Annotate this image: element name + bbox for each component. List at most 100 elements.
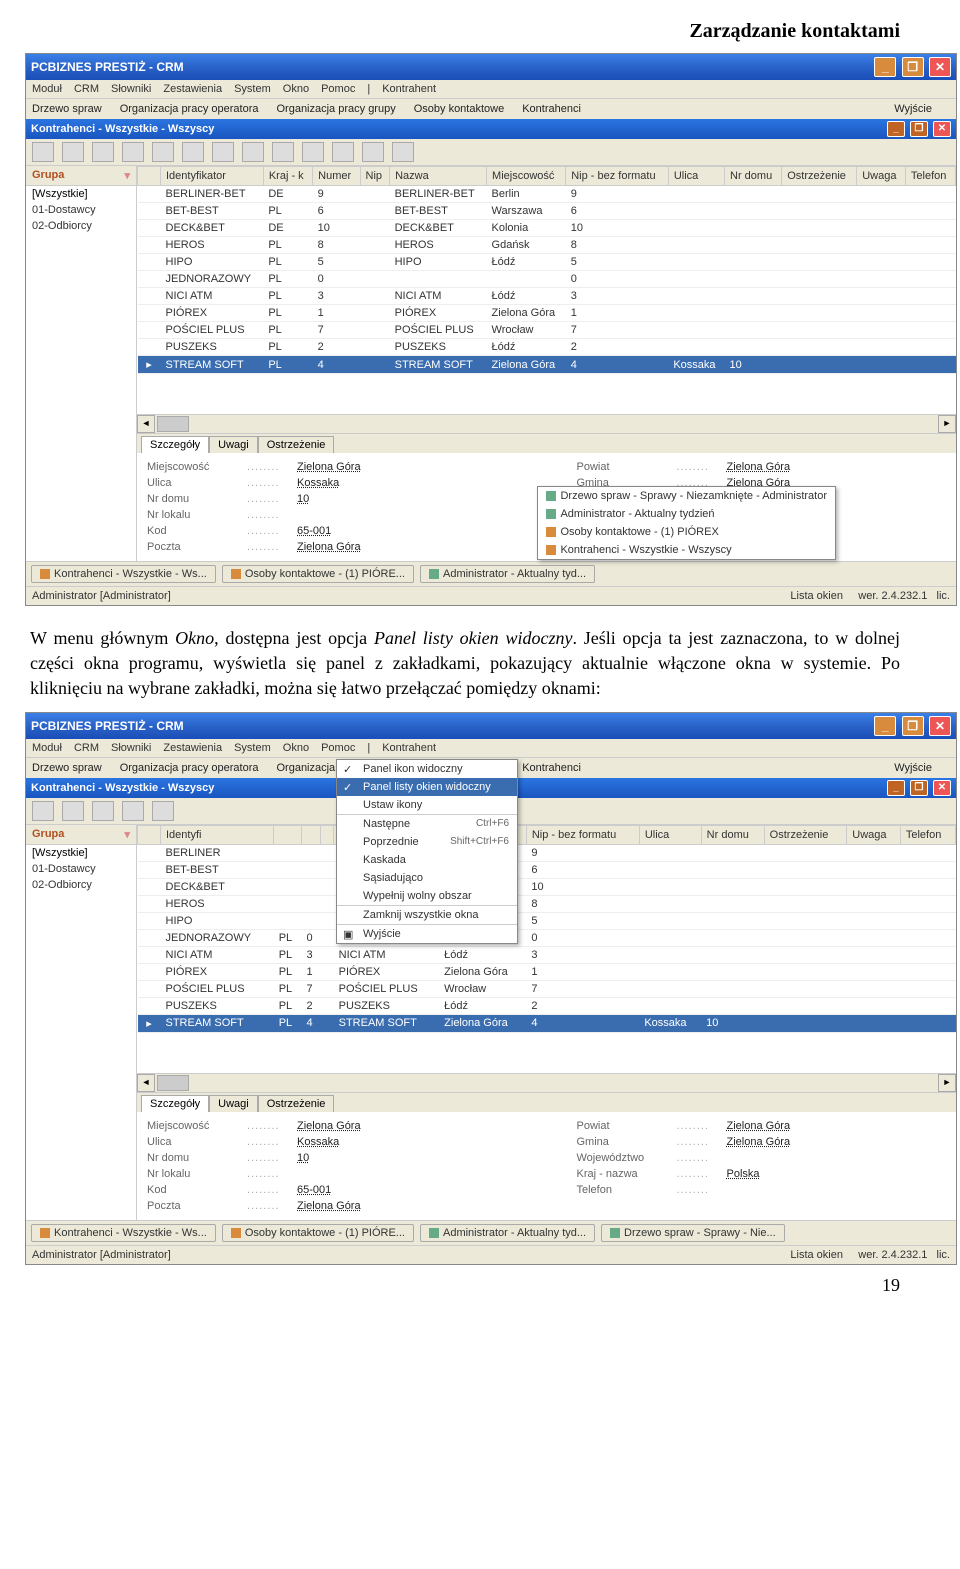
table-row[interactable]: PUSZEKSPL2PUSZEKSŁódź2 [138,339,956,356]
close-button[interactable]: ✕ [929,57,951,77]
table-row[interactable]: JEDNORAZOWYPL00 [138,929,956,946]
toolbar-icon[interactable] [92,142,114,162]
main-titlebar[interactable]: PCBIZNES PRESTIŻ - CRM _ ❐ ✕ [26,713,956,739]
detail-tab[interactable]: Ostrzeżenie [258,1095,335,1112]
menubar-item[interactable]: Moduł [32,742,62,754]
horizontal-scrollbar[interactable]: ◄ ► [137,1073,956,1092]
menubar-item[interactable]: Zestawienia [163,83,222,95]
child-restore-button[interactable]: ❐ [910,121,928,137]
toolbar-icon[interactable] [272,142,294,162]
column-header[interactable]: Telefon [900,825,955,844]
toolbar-icon[interactable] [362,142,384,162]
toolbar-icon[interactable] [152,801,174,821]
taskbar-button[interactable]: Kontrahenci - Wszystkie - Ws... [31,565,216,583]
child-restore-button[interactable]: ❐ [910,780,928,796]
table-row[interactable]: PIÓREXPL1PIÓREXZielona Góra1 [138,963,956,980]
column-header[interactable]: Ostrzeżenie [764,825,847,844]
menubar-item[interactable]: Okno [283,83,309,95]
toolbar-link[interactable]: Drzewo spraw [32,103,102,115]
menubar-item[interactable]: Zestawienia [163,742,222,754]
group-item[interactable]: 02-Odbiorcy [26,218,136,234]
menu-item[interactable]: ✓Panel ikon widoczny [337,760,517,778]
menubar-item[interactable]: Pomoc [321,742,355,754]
table-row[interactable]: HEROSPL8HEROSGdańsk8 [138,237,956,254]
data-grid[interactable]: IdentyfiNazwaMiejscowośćNip - bez format… [137,825,956,1033]
table-row[interactable]: PIÓREXPL1PIÓREXZielona Góra1 [138,305,956,322]
menu-item[interactable]: PoprzednieShift+Ctrl+F6 [337,833,517,851]
detail-tab[interactable]: Uwagi [209,1095,258,1112]
menubar-item[interactable]: System [234,742,271,754]
taskbar-button[interactable]: Drzewo spraw - Sprawy - Nie... [601,1224,785,1242]
table-row[interactable]: POŚCIEL PLUSPL7POŚCIEL PLUSWrocław7 [138,980,956,997]
table-row[interactable]: BERLINER-BETDE9BERLINER-BETBerlin9 [138,186,956,203]
detail-tab[interactable]: Uwagi [209,436,258,453]
taskbar-button[interactable]: Administrator - Aktualny tyd... [420,1224,595,1242]
detail-tab[interactable]: Szczegóły [141,436,209,453]
table-row[interactable]: DECK&BETCK&BETKolonia10 [138,878,956,895]
toolbar-link[interactable]: Drzewo spraw [32,762,102,774]
toolbar-icon[interactable] [62,801,84,821]
child-close-button[interactable]: ✕ [933,780,951,796]
taskbar-button[interactable]: Osoby kontaktowe - (1) PIÓRE... [222,1224,414,1242]
scroll-left-icon[interactable]: ◄ [137,415,155,433]
table-row[interactable]: HIPOPL5HIPOŁódź5 [138,254,956,271]
group-item[interactable]: 01-Dostawcy [26,861,136,877]
toolbar-icon[interactable] [62,142,84,162]
toolbar-icon[interactable] [122,801,144,821]
menubar-item[interactable]: Kontrahent [382,83,436,95]
column-header[interactable]: Identyfi [161,825,274,844]
menubar-item[interactable]: Pomoc [321,83,355,95]
menubar-item[interactable]: Słowniki [111,83,151,95]
menubar-item[interactable]: CRM [74,742,99,754]
menu-item[interactable]: ▣Wyjście [337,925,517,943]
child-minimize-button[interactable]: _ [887,780,905,796]
scroll-left-icon[interactable]: ◄ [137,1074,155,1092]
column-header[interactable]: Miejscowość [487,167,566,186]
group-item[interactable]: 01-Dostawcy [26,202,136,218]
column-header[interactable]: Nazwa [390,167,487,186]
column-header[interactable]: Nip [360,167,390,186]
popup-item[interactable]: Drzewo spraw - Sprawy - Niezamknięte - A… [538,487,835,505]
popup-item[interactable]: Administrator - Aktualny tydzień [538,505,835,523]
menubar-item[interactable]: Okno [283,742,309,754]
toolbar-icon[interactable] [332,142,354,162]
close-button[interactable]: ✕ [929,716,951,736]
taskbar-button[interactable]: Kontrahenci - Wszystkie - Ws... [31,1224,216,1242]
exit-link[interactable]: Wyjście [894,762,932,774]
toolbar-icon[interactable] [302,142,324,162]
popup-item[interactable]: Osoby kontaktowe - (1) PIÓREX [538,523,835,541]
column-header[interactable]: Nr domu [701,825,764,844]
table-row[interactable]: DECK&BETDE10DECK&BETKolonia10 [138,220,956,237]
data-grid[interactable]: IdentyfikatorKraj - kNumerNipNazwaMiejsc… [137,166,956,374]
column-header[interactable]: Nr domu [725,167,782,186]
restore-button[interactable]: ❐ [902,57,924,77]
toolbar-icon[interactable] [122,142,144,162]
minimize-button[interactable]: _ [874,57,896,77]
child-titlebar[interactable]: Kontrahenci - Wszystkie - Wszyscy _ ❐ ✕ [26,119,956,139]
menubar-item[interactable]: Moduł [32,83,62,95]
menu-item[interactable]: ✓Panel listy okien widoczny [337,778,517,796]
restore-button[interactable]: ❐ [902,716,924,736]
menu-item[interactable]: Ustaw ikony [337,796,517,815]
menu-item[interactable]: Sąsiadująco [337,869,517,887]
table-row[interactable]: BERLINERER-BETBerlin9 [138,844,956,861]
scroll-right-icon[interactable]: ► [938,1074,956,1092]
detail-tab[interactable]: Ostrzeżenie [258,436,335,453]
toolbar-icon[interactable] [392,142,414,162]
scroll-thumb[interactable] [157,416,189,432]
column-header[interactable]: Identyfikator [161,167,264,186]
menu-item[interactable]: Wypełnij wolny obszar [337,887,517,906]
menu-item[interactable]: NastępneCtrl+F6 [337,815,517,833]
table-row[interactable]: ▸STREAM SOFTPL4STREAM SOFTZielona Góra4K… [138,356,956,374]
column-header[interactable]: Ulica [668,167,724,186]
menu-item[interactable]: Zamknij wszystkie okna [337,906,517,925]
menubar-item[interactable]: CRM [74,83,99,95]
toolbar-icon[interactable] [152,142,174,162]
toolbar-link[interactable]: Organizacja pracy operatora [120,762,259,774]
exit-link[interactable]: Wyjście [894,103,932,115]
toolbar-icon[interactable] [32,142,54,162]
main-titlebar[interactable]: PCBIZNES PRESTIŻ - CRM _ ❐ ✕ [26,54,956,80]
group-header[interactable]: Grupa ▾ [26,166,136,186]
group-item[interactable]: [Wszystkie] [26,186,136,202]
column-header[interactable]: Kraj - k [263,167,312,186]
